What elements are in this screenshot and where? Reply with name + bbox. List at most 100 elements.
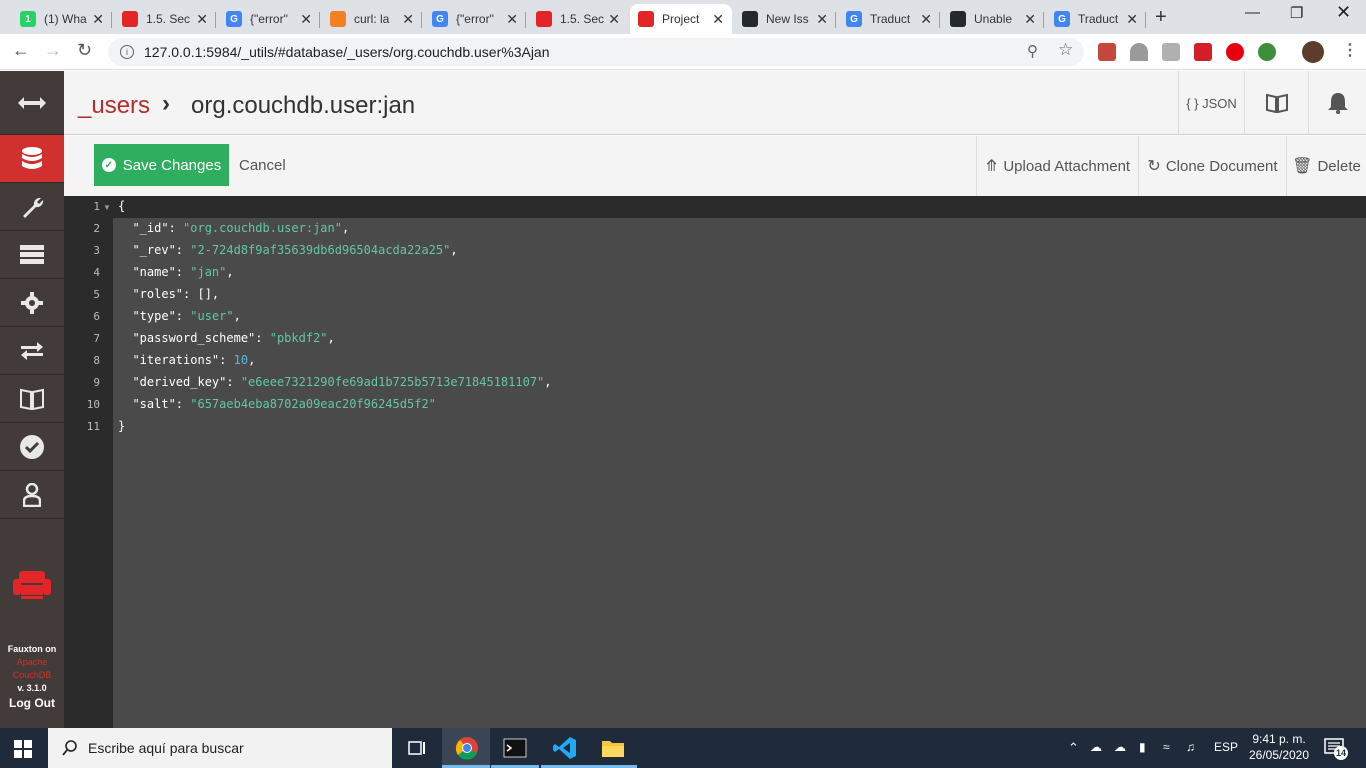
close-tab-icon[interactable]: ✕ xyxy=(196,11,208,28)
back-button[interactable]: ← xyxy=(12,40,30,61)
cloud-upload-icon[interactable]: ☁ xyxy=(1114,740,1126,754)
forward-button[interactable]: → xyxy=(44,40,62,61)
volume-icon[interactable]: ♫ xyxy=(1186,740,1195,754)
code-line[interactable]: } xyxy=(118,419,125,433)
nav-user[interactable] xyxy=(0,471,64,519)
json-view-button[interactable]: { } JSON xyxy=(1178,71,1244,135)
pdf-extension-icon[interactable] xyxy=(1098,43,1116,61)
nav-databases[interactable] xyxy=(0,135,64,183)
adblock-extension-icon[interactable] xyxy=(1226,43,1244,61)
chrome-taskbar-icon[interactable] xyxy=(455,736,479,760)
close-tab-icon[interactable]: ✕ xyxy=(608,11,620,28)
brand-line-3[interactable]: CouchDB xyxy=(0,669,64,682)
notifications-button[interactable] xyxy=(1308,71,1366,135)
battery-icon[interactable]: ▮ xyxy=(1139,740,1146,754)
json-string: "pbkdf2" xyxy=(269,331,328,345)
browser-tab[interactable]: G Traduct ✕ xyxy=(1046,4,1146,34)
reload-button[interactable]: ↻ xyxy=(77,40,92,61)
code-line[interactable]: "_rev": "2-724d8f9af35639db6d96504acda22… xyxy=(118,243,457,257)
fold-arrow-icon[interactable]: ▼ xyxy=(103,203,111,212)
delete-button[interactable]: 🗑 Delete xyxy=(1286,136,1366,196)
file-explorer-taskbar-icon[interactable] xyxy=(601,736,625,760)
collapse-nav-button[interactable] xyxy=(0,71,64,135)
restore-button[interactable]: ❐ xyxy=(1290,4,1303,22)
cancel-button[interactable]: Cancel xyxy=(239,157,286,174)
close-tab-icon[interactable]: ✕ xyxy=(816,11,828,28)
language-indicator[interactable]: ESP xyxy=(1214,740,1238,754)
code-line[interactable]: "type": "user", xyxy=(118,309,240,323)
taskbar-clock[interactable]: 9:41 p. m. 26/05/2020 xyxy=(1244,731,1314,763)
mega-extension-icon[interactable] xyxy=(1194,43,1212,61)
close-tab-icon[interactable]: ✕ xyxy=(1024,11,1036,28)
chrome-menu-icon[interactable]: ⋮ xyxy=(1342,40,1358,60)
code-line[interactable]: { xyxy=(118,199,125,213)
page-title: org.couchdb.user:jan xyxy=(191,92,416,119)
json-editor[interactable]: ▼ 1 2 3 4 5 6 7 8 9 10 11 { "_id": "org.couchdb.us… xyxy=(64,196,1366,728)
browser-tab[interactable]: curl: la ✕ xyxy=(322,4,422,34)
profile-avatar[interactable] xyxy=(1302,41,1324,63)
browser-tab[interactable]: Unable ✕ xyxy=(942,4,1044,34)
browser-tab[interactable]: 1 (1) Wha ✕ xyxy=(12,4,112,34)
close-tab-icon[interactable]: ✕ xyxy=(300,11,312,28)
notification-center-icon[interactable]: 14 xyxy=(1324,738,1348,763)
code-line[interactable]: "roles": [], xyxy=(118,287,219,301)
close-tab-icon[interactable]: ✕ xyxy=(920,11,932,28)
globe-extension-icon[interactable] xyxy=(1258,43,1276,61)
browser-tab[interactable]: 1.5. Sec ✕ xyxy=(528,4,628,34)
line-number: 9 xyxy=(93,376,100,389)
upload-attachment-button[interactable]: ⤊ Upload Attachment xyxy=(976,136,1138,196)
windows-start-icon[interactable] xyxy=(14,740,32,763)
brand-line-2[interactable]: Apache xyxy=(0,656,64,669)
terminal-taskbar-icon[interactable] xyxy=(503,736,527,760)
browser-tab[interactable]: G {"error" ✕ xyxy=(218,4,320,34)
browser-tab[interactable]: G Traduct ✕ xyxy=(838,4,940,34)
bookmark-star-icon[interactable]: ☆ xyxy=(1058,40,1073,60)
browser-tab[interactable]: New Iss ✕ xyxy=(734,4,836,34)
breadcrumb-database[interactable]: _users xyxy=(78,92,150,120)
line-number: 10 xyxy=(86,398,100,411)
documentation-button[interactable] xyxy=(1244,71,1308,135)
wifi-icon[interactable]: ≈ xyxy=(1163,740,1170,754)
cube-extension-icon[interactable] xyxy=(1162,43,1180,61)
close-tab-icon[interactable]: ✕ xyxy=(92,11,104,28)
task-view-icon[interactable] xyxy=(405,736,429,760)
close-tab-icon[interactable]: ✕ xyxy=(712,11,724,28)
save-changes-label: Save Changes xyxy=(122,156,222,174)
save-changes-button[interactable]: ✓ Save Changes xyxy=(94,144,229,186)
close-tab-icon[interactable]: ✕ xyxy=(506,11,518,28)
minimize-button[interactable]: — xyxy=(1245,4,1260,21)
code-line[interactable]: "password_scheme": "pbkdf2", xyxy=(118,331,334,345)
tab-separator xyxy=(215,12,216,28)
browser-tab[interactable]: Project ✕ xyxy=(630,4,732,34)
key-icon[interactable]: ⚲ xyxy=(1027,42,1038,60)
nav-verify[interactable] xyxy=(0,423,64,471)
line-number: 2 xyxy=(93,222,100,235)
code-line[interactable]: "derived_key": "e6eee7321290fe69ad1b725b… xyxy=(118,375,551,389)
clone-document-button[interactable]: ↻ Clone Document xyxy=(1138,136,1286,196)
nav-replication[interactable] xyxy=(0,327,64,375)
nav-setup[interactable] xyxy=(0,183,64,231)
vscode-taskbar-icon[interactable] xyxy=(553,736,577,760)
close-window-button[interactable]: ✕ xyxy=(1336,2,1351,23)
browser-tab[interactable]: 1.5. Sec ✕ xyxy=(114,4,216,34)
browser-tab[interactable]: G {"error" ✕ xyxy=(424,4,526,34)
taskbar-search[interactable]: Escribe aquí para buscar xyxy=(48,728,392,768)
new-tab-button[interactable]: + xyxy=(1155,6,1167,29)
show-hidden-icons-chevron[interactable]: ⌃ xyxy=(1068,740,1079,756)
nav-documentation[interactable] xyxy=(0,375,64,423)
drive-extension-icon[interactable] xyxy=(1130,43,1148,61)
nav-active-tasks[interactable] xyxy=(0,231,64,279)
address-bar[interactable]: i 127.0.0.1:5984/_utils/#database/_users… xyxy=(108,38,1084,66)
onedrive-cloud-icon[interactable]: ☁ xyxy=(1090,740,1102,754)
code-line[interactable]: "iterations": 10, xyxy=(118,353,255,367)
code-line[interactable]: "name": "jan", xyxy=(118,265,233,279)
code-line[interactable]: "_id": "org.couchdb.user:jan", xyxy=(118,221,349,235)
site-info-icon[interactable]: i xyxy=(120,45,134,59)
close-tab-icon[interactable]: ✕ xyxy=(1126,11,1138,28)
json-punctuation: : xyxy=(255,331,270,345)
close-tab-icon[interactable]: ✕ xyxy=(402,11,414,28)
code-line[interactable]: "salt": "657aeb4eba8702a09eac20f96245d5f… xyxy=(118,397,435,411)
url-text: 127.0.0.1:5984/_utils/#database/_users/o… xyxy=(144,44,550,60)
logout-button[interactable]: Log Out xyxy=(0,696,64,710)
nav-configuration[interactable] xyxy=(0,279,64,327)
